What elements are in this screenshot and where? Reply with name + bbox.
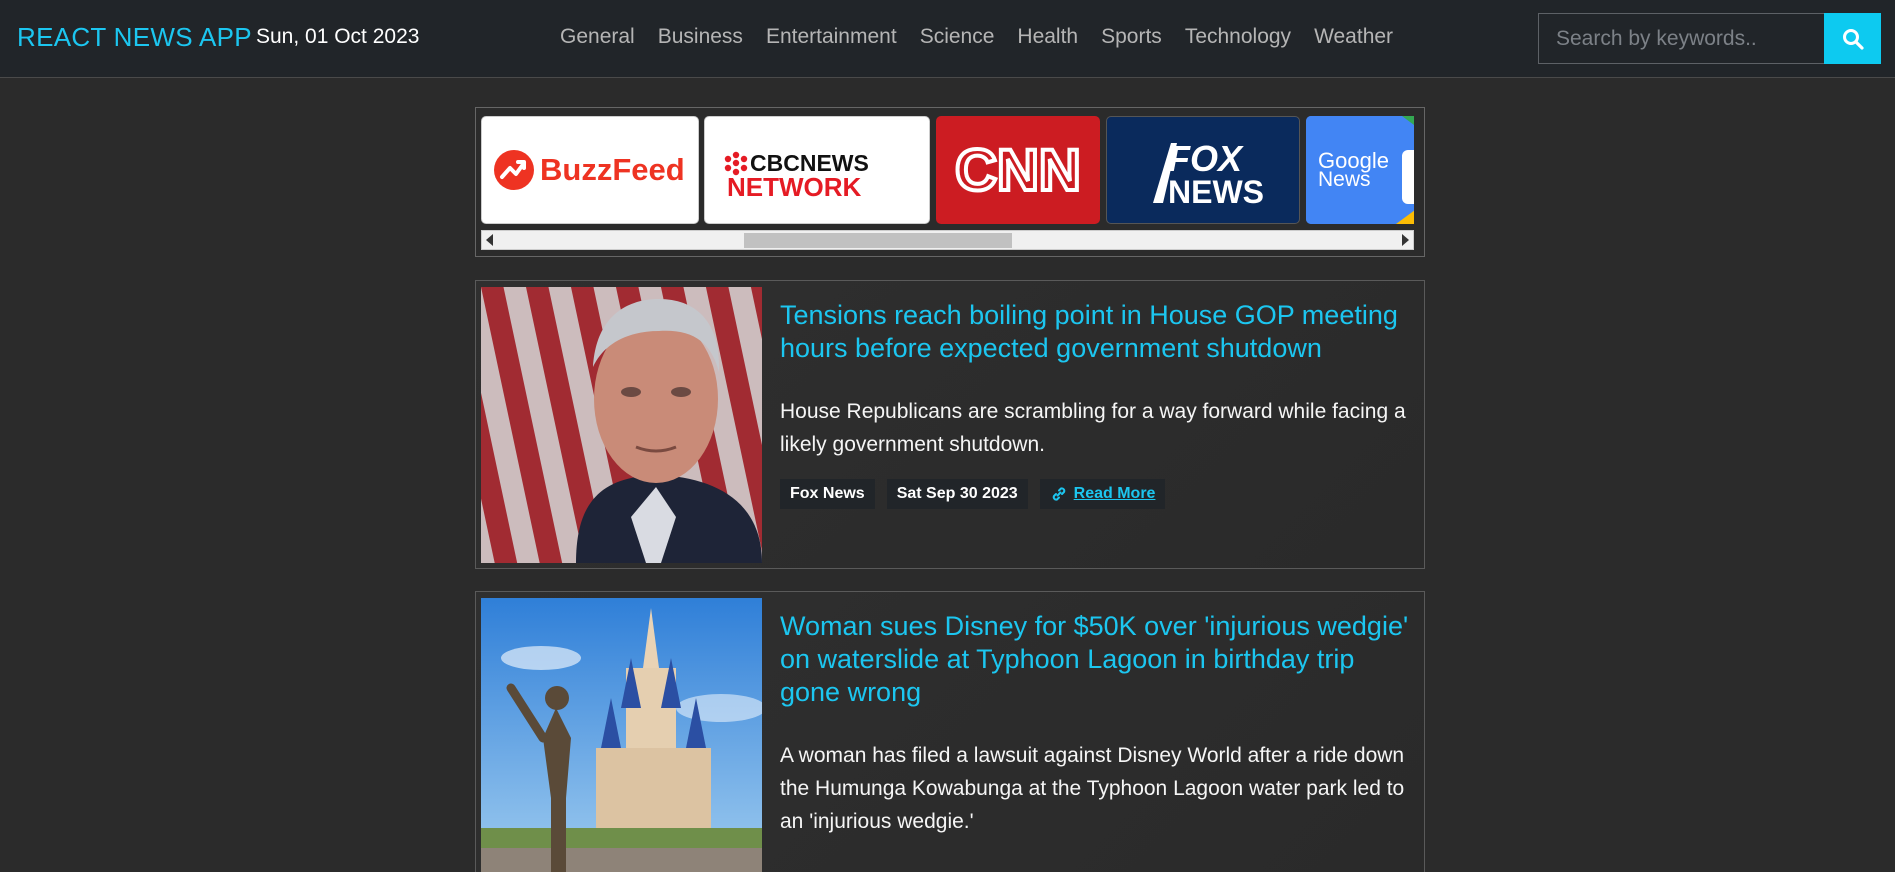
svg-text:FOX: FOX <box>1168 138 1244 179</box>
read-more-link[interactable]: Read More <box>1039 479 1166 509</box>
article-card: Woman sues Disney for $50K over 'injurio… <box>475 591 1425 872</box>
category-nav: General Business Entertainment Science H… <box>560 25 1416 55</box>
svg-text:NETWORK: NETWORK <box>727 172 862 202</box>
nav-health[interactable]: Health <box>1017 25 1078 55</box>
article-source-badge: Fox News <box>780 479 875 509</box>
article-title[interactable]: Woman sues Disney for $50K over 'injurio… <box>780 610 1410 709</box>
article-date-badge: Sat Sep 30 2023 <box>886 479 1028 509</box>
brand-link[interactable]: REACT NEWS APP <box>17 22 252 53</box>
svg-text:News: News <box>1318 168 1371 191</box>
article-body: Woman sues Disney for $50K over 'injurio… <box>780 610 1410 838</box>
article-card: Tensions reach boiling point in House GO… <box>475 280 1425 569</box>
source-logo-google-news[interactable]: Google News <box>1306 116 1414 224</box>
svg-text:NEWS: NEWS <box>1168 174 1264 210</box>
search-input[interactable] <box>1538 13 1825 64</box>
scroll-left-arrow-icon[interactable] <box>486 234 493 246</box>
read-more-label: Read More <box>1073 485 1156 502</box>
article-image <box>481 287 762 563</box>
source-logo-track: BuzzFeed CBCNEWS NETWORK CNN FOX NEWS Go… <box>481 116 1414 224</box>
nav-general[interactable]: General <box>560 25 635 55</box>
article-meta: Fox News Sat Sep 30 2023 Read More <box>780 479 1410 509</box>
source-logo-cbc[interactable]: CBCNEWS NETWORK <box>704 116 930 224</box>
search-icon <box>1842 28 1864 50</box>
article-description: House Republicans are scrambling for a w… <box>780 400 1406 456</box>
nav-science[interactable]: Science <box>920 25 995 55</box>
source-carousel: BuzzFeed CBCNEWS NETWORK CNN FOX NEWS Go… <box>475 107 1425 257</box>
source-logo-fox[interactable]: FOX NEWS <box>1106 116 1300 224</box>
scrollbar-thumb[interactable] <box>744 233 1012 248</box>
source-logo-buzzfeed[interactable]: BuzzFeed <box>481 116 699 224</box>
article-image <box>481 598 762 872</box>
nav-sports[interactable]: Sports <box>1101 25 1162 55</box>
nav-technology[interactable]: Technology <box>1185 25 1291 55</box>
horizontal-scrollbar[interactable] <box>481 230 1414 250</box>
article-title[interactable]: Tensions reach boiling point in House GO… <box>780 299 1410 365</box>
article-body: Tensions reach boiling point in House GO… <box>780 299 1410 509</box>
svg-text:BuzzFeed: BuzzFeed <box>540 152 685 187</box>
nav-weather[interactable]: Weather <box>1314 25 1393 55</box>
navbar: REACT NEWS APP Sun, 01 Oct 2023 General … <box>0 0 1895 78</box>
nav-entertainment[interactable]: Entertainment <box>766 25 897 55</box>
svg-text:CNN: CNN <box>955 138 1081 203</box>
link-icon <box>1052 487 1065 501</box>
current-date: Sun, 01 Oct 2023 <box>256 25 420 48</box>
source-logo-cnn[interactable]: CNN <box>936 116 1100 224</box>
scroll-right-arrow-icon[interactable] <box>1402 234 1409 246</box>
article-description: A woman has filed a lawsuit against Disn… <box>780 744 1405 833</box>
search-button[interactable] <box>1824 13 1881 64</box>
nav-business[interactable]: Business <box>658 25 743 55</box>
